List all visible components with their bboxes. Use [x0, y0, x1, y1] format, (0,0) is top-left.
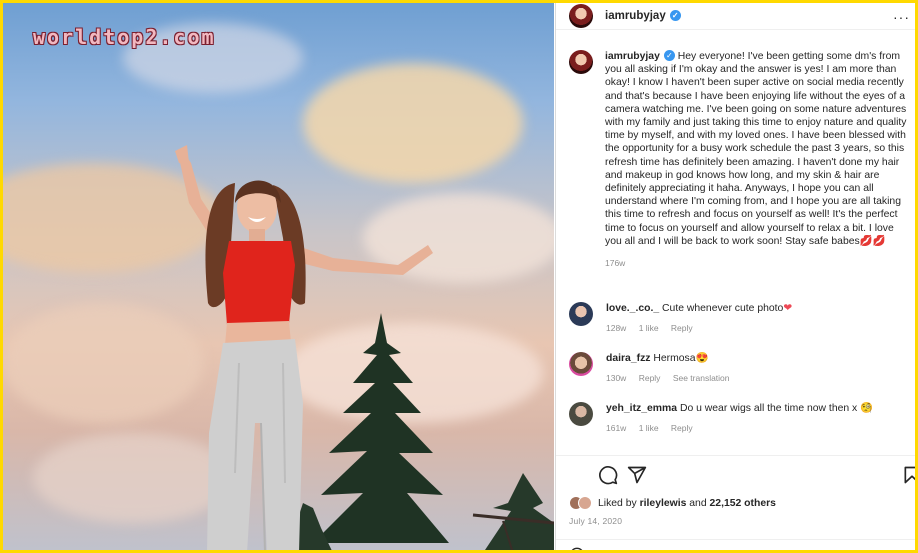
share-icon[interactable] [627, 465, 647, 485]
verified-icon: ✓ [669, 10, 681, 21]
comment-icon[interactable] [598, 465, 618, 485]
comment-time: 161w [606, 423, 627, 433]
comment-time: 128w [606, 323, 627, 333]
add-comment-bar [556, 539, 915, 553]
comment-item: yeh_itz_emma Do u wear wigs all the time… [569, 402, 911, 433]
reply-button[interactable]: Reply [639, 373, 661, 383]
pine-tree [313, 313, 449, 543]
commenter-avatar[interactable] [569, 302, 593, 326]
likes-text[interactable]: Liked by rileylewis and 22,152 others [598, 498, 776, 509]
author-username[interactable]: iamrubyjay ✓ [605, 10, 681, 22]
post-header: iamrubyjay ✓ ··· [556, 3, 915, 30]
comment-item: love._.co._ Cute whenever cute photo❤ 12… [569, 302, 911, 333]
post-side-panel: iamrubyjay ✓ ··· iamrubyjay ✓ Hey everyone… [555, 3, 918, 553]
photo-scene [175, 145, 554, 550]
comment-meta: 130w Reply See translation [606, 373, 911, 383]
post-photo[interactable]: worldtop2.com [3, 3, 554, 550]
watermark: worldtop2.com [33, 25, 216, 49]
heart-eyes-emoji: 😍 [695, 353, 709, 364]
reply-button[interactable]: Reply [671, 323, 693, 333]
comment-time: 130w [606, 373, 627, 383]
verified-icon: ✓ [663, 50, 675, 61]
comment-text: daira_fzz Hermosa😍 [606, 353, 709, 364]
liker-avatar [578, 496, 592, 510]
bookmark-icon[interactable] [902, 465, 918, 485]
likes-row: Liked by rileylewis and 22,152 others [569, 495, 776, 511]
caption-timestamp: 176w [605, 258, 626, 269]
more-options-button[interactable]: ··· [893, 9, 910, 25]
commenter-username[interactable]: love._.co._ [606, 303, 659, 314]
commenter-avatar[interactable] [569, 352, 593, 376]
caption-text: iamrubyjay ✓ Hey everyone! I've been gett… [605, 50, 911, 248]
see-translation-link[interactable]: See translation [673, 373, 730, 383]
comment-item: daira_fzz Hermosa😍 130w Reply See transl… [569, 352, 911, 383]
post-date: July 14, 2020 [569, 516, 623, 526]
comment-text: love._.co._ Cute whenever cute photo❤ [606, 303, 793, 314]
comment-likes[interactable]: 1 like [639, 423, 659, 433]
comment-meta: 128w 1 like Reply [606, 323, 911, 333]
reply-button[interactable]: Reply [671, 423, 693, 433]
caption-avatar[interactable] [569, 50, 593, 74]
comment-meta: 161w 1 like Reply [606, 423, 911, 433]
caption-body: Hey everyone! I've been getting some dm'… [605, 51, 907, 247]
screenshot-frame: worldtop2.com iamrubyjay ✓ ··· iamrubyjay… [0, 0, 918, 553]
commenter-avatar[interactable] [569, 402, 593, 426]
comment-likes[interactable]: 1 like [639, 323, 659, 333]
caption: iamrubyjay ✓ Hey everyone! I've been gett… [569, 50, 911, 268]
comment-text: yeh_itz_emma Do u wear wigs all the time… [606, 403, 874, 414]
author-avatar[interactable] [569, 4, 593, 28]
commenter-username[interactable]: yeh_itz_emma [606, 403, 677, 414]
emoji-icon[interactable] [569, 547, 585, 553]
commenter-username[interactable]: daira_fzz [606, 353, 650, 364]
caption-username[interactable]: iamrubyjay [605, 51, 660, 62]
monocle-emoji: 🧐 [860, 403, 874, 414]
action-bar [556, 455, 918, 493]
heart-emoji: ❤ [783, 303, 793, 314]
